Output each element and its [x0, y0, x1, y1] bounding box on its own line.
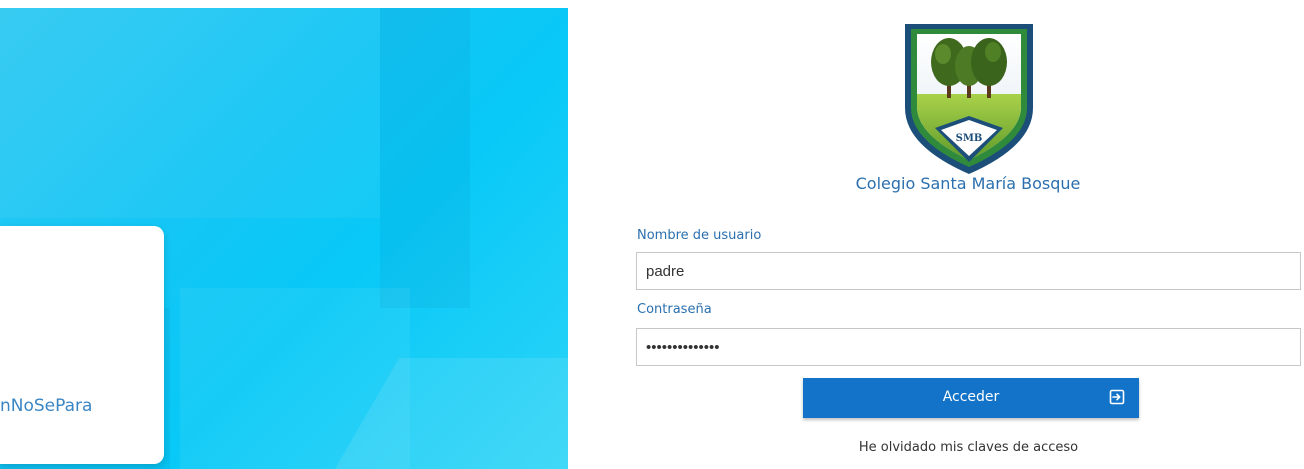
- hero-panel: nNoSePara: [0, 8, 568, 469]
- crest-initials: SMB: [956, 133, 983, 144]
- forgot-credentials-link[interactable]: He olvidado mis claves de acceso: [636, 440, 1301, 455]
- hashtag-text: nNoSePara: [0, 396, 93, 416]
- password-label: Contraseña: [637, 302, 712, 317]
- hero-shape: [380, 8, 470, 308]
- hashtag-card: nNoSePara: [0, 226, 164, 464]
- login-button[interactable]: Acceder: [803, 378, 1139, 418]
- enter-icon: [1109, 389, 1125, 405]
- school-name: Colegio Santa María Bosque: [855, 174, 1081, 193]
- username-field[interactable]: [636, 252, 1301, 290]
- school-crest-logo: SMB: [905, 24, 1033, 174]
- password-field[interactable]: [636, 328, 1301, 366]
- username-label: Nombre de usuario: [637, 228, 762, 243]
- login-button-label: Acceder: [942, 389, 1000, 405]
- login-page: nNoSePara SMB Colegio Santa María Bosque…: [0, 0, 1304, 469]
- hero-shape: [0, 8, 380, 218]
